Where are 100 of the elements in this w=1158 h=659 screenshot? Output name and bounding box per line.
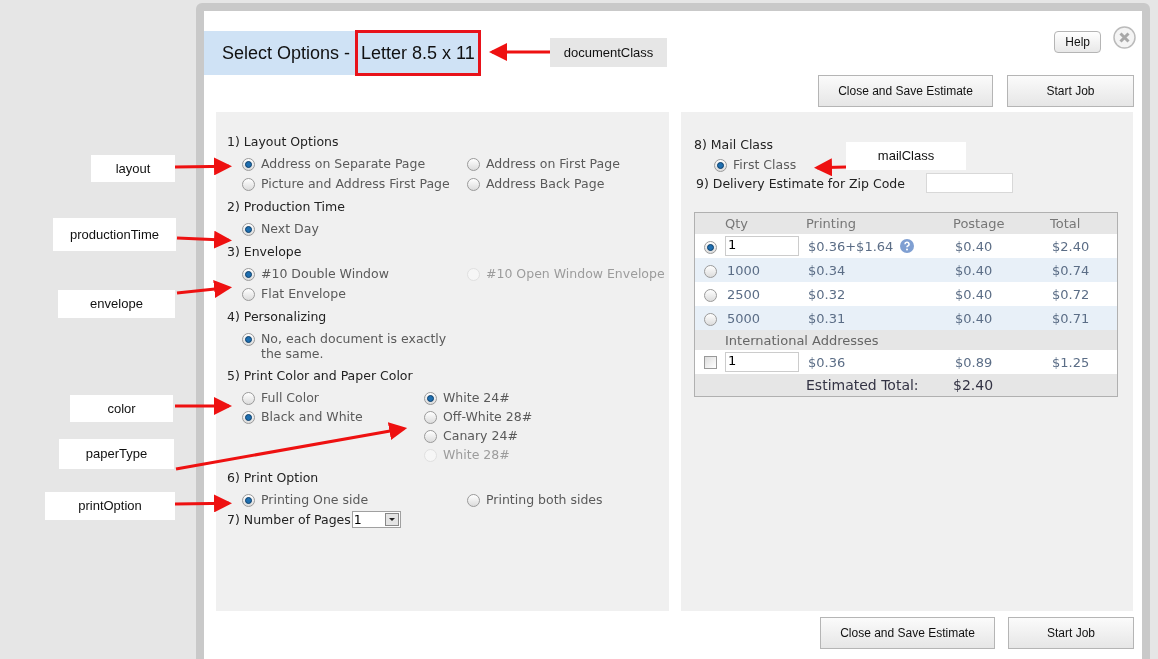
section-heading: 3) Envelope bbox=[227, 244, 303, 259]
table-cell-text: $0.40 bbox=[954, 262, 994, 278]
radio-button[interactable] bbox=[242, 178, 255, 191]
radio-button[interactable] bbox=[242, 158, 255, 171]
qty-field[interactable]: 1 bbox=[725, 352, 799, 372]
annotation-label: mailClass bbox=[846, 142, 966, 170]
radio-button[interactable] bbox=[242, 392, 255, 405]
dialog-button[interactable]: Close and Save Estimate bbox=[820, 617, 995, 649]
document-class-highlight: Letter 8.5 x 11 bbox=[355, 30, 481, 76]
radio-button[interactable] bbox=[703, 288, 717, 302]
radio-button[interactable] bbox=[467, 494, 480, 507]
help-icon[interactable] bbox=[900, 239, 915, 253]
table-cell-text: 5000 bbox=[726, 310, 762, 326]
caret-icon bbox=[384, 513, 399, 526]
option-label: #10 Open Window Envelope bbox=[486, 266, 665, 281]
group-heading: International Addresses bbox=[725, 332, 880, 348]
dialog-button[interactable]: Start Job bbox=[1008, 617, 1134, 649]
section-heading: 7) Number of Pages bbox=[227, 512, 351, 527]
option-label: White 28# bbox=[443, 447, 510, 462]
radio-button[interactable] bbox=[424, 430, 437, 443]
option-label: White 24# bbox=[443, 390, 510, 405]
radio-button[interactable] bbox=[424, 392, 437, 405]
column-header: Printing bbox=[806, 216, 857, 231]
radio-button[interactable] bbox=[424, 411, 437, 424]
radio-button[interactable] bbox=[703, 264, 717, 278]
radio-button[interactable] bbox=[242, 411, 255, 424]
option-label: Next Day bbox=[261, 221, 319, 236]
option-label: Address on First Page bbox=[486, 156, 620, 171]
radio-button[interactable] bbox=[467, 178, 480, 191]
table-cell-text: $0.40 bbox=[954, 286, 994, 302]
column-header: Total bbox=[1050, 216, 1082, 231]
close-icon[interactable] bbox=[1113, 26, 1136, 49]
column-header: Postage bbox=[953, 216, 1006, 231]
radio-button[interactable] bbox=[703, 240, 717, 254]
section-heading: 2) Production Time bbox=[227, 199, 346, 214]
table-cell-text: $0.34 bbox=[807, 262, 847, 278]
option-label: No, each document is exactly the same. bbox=[261, 331, 448, 361]
table-cell-text: $0.36+$1.64 bbox=[807, 238, 895, 254]
qty-field[interactable]: 1 bbox=[725, 236, 799, 256]
option-label: Flat Envelope bbox=[261, 286, 346, 301]
dialog-button[interactable]: Start Job bbox=[1007, 75, 1134, 107]
table-cell-text: $0.32 bbox=[807, 286, 847, 302]
dialog-title: Select Options - bbox=[222, 41, 352, 65]
checkbox[interactable] bbox=[703, 355, 717, 369]
radio-button[interactable] bbox=[703, 312, 717, 326]
table-cell-text: $0.31 bbox=[807, 310, 847, 326]
radio-button[interactable] bbox=[467, 158, 480, 171]
annotation-arrow bbox=[174, 157, 232, 176]
table-cell-text: $0.40 bbox=[954, 238, 994, 254]
annotation-arrow bbox=[814, 158, 847, 177]
annotation-label: productionTime bbox=[53, 218, 176, 251]
table-cell-text: $0.74 bbox=[1051, 262, 1091, 278]
option-label: Off-White 28# bbox=[443, 409, 533, 424]
zip-code-field[interactable] bbox=[926, 173, 1013, 193]
table-cell-text: $0.36 bbox=[807, 354, 847, 370]
dialog-button[interactable]: Close and Save Estimate bbox=[818, 75, 993, 107]
pages-select[interactable]: 1 bbox=[351, 511, 401, 528]
option-label: Black and White bbox=[261, 409, 363, 424]
table-cell-text: 1000 bbox=[726, 262, 762, 278]
table-cell-text: $0.72 bbox=[1051, 286, 1091, 302]
option-label: Address Back Page bbox=[486, 176, 605, 191]
option-label: Canary 24# bbox=[443, 428, 518, 443]
option-label: Address on Separate Page bbox=[261, 156, 426, 171]
section-heading: 4) Personalizing bbox=[227, 309, 328, 324]
option-label: #10 Double Window bbox=[261, 266, 389, 281]
annotation-arrow bbox=[489, 43, 550, 61]
option-label: Printing both sides bbox=[486, 492, 603, 507]
annotation-label: layout bbox=[91, 155, 175, 182]
table-cell-text: 2500 bbox=[726, 286, 762, 302]
table-cell-text: $0.40 bbox=[954, 310, 994, 326]
radio-button[interactable] bbox=[242, 288, 255, 301]
option-label: Printing One side bbox=[261, 492, 369, 507]
annotation-label: documentClass bbox=[550, 38, 667, 67]
help-button[interactable]: Help bbox=[1054, 31, 1101, 53]
annotation-label: printOption bbox=[45, 492, 175, 520]
table-cell-text: $0.71 bbox=[1051, 310, 1091, 326]
option-label: Full Color bbox=[261, 390, 319, 405]
total-value: $2.40 bbox=[953, 377, 995, 393]
annotation-arrow bbox=[175, 397, 232, 415]
radio-button[interactable] bbox=[242, 268, 255, 281]
option-label: First Class bbox=[733, 157, 797, 172]
section-heading: 5) Print Color and Paper Color bbox=[227, 368, 414, 383]
radio-button[interactable] bbox=[242, 494, 255, 507]
radio-button[interactable] bbox=[242, 333, 255, 346]
radio-button[interactable] bbox=[714, 159, 727, 172]
section-heading: 9) Delivery Estimate for Zip Code bbox=[696, 175, 906, 191]
table-cell-text: $1.25 bbox=[1051, 354, 1091, 370]
annotation-arrow bbox=[174, 494, 232, 513]
table-cell-text: $2.40 bbox=[1051, 238, 1091, 254]
annotation-arrow bbox=[176, 280, 233, 298]
section-heading: 1) Layout Options bbox=[227, 134, 340, 149]
radio-button[interactable] bbox=[242, 223, 255, 236]
table-cell-text: $0.89 bbox=[954, 354, 994, 370]
section-heading: 8) Mail Class bbox=[694, 137, 775, 152]
annotation-label: color bbox=[70, 395, 173, 422]
annotation-label: envelope bbox=[58, 290, 175, 318]
total-label: Estimated Total: bbox=[806, 377, 920, 393]
option-label: Picture and Address First Page bbox=[261, 176, 450, 191]
annotation-label: paperType bbox=[59, 439, 174, 469]
column-header: Qty bbox=[725, 216, 750, 231]
